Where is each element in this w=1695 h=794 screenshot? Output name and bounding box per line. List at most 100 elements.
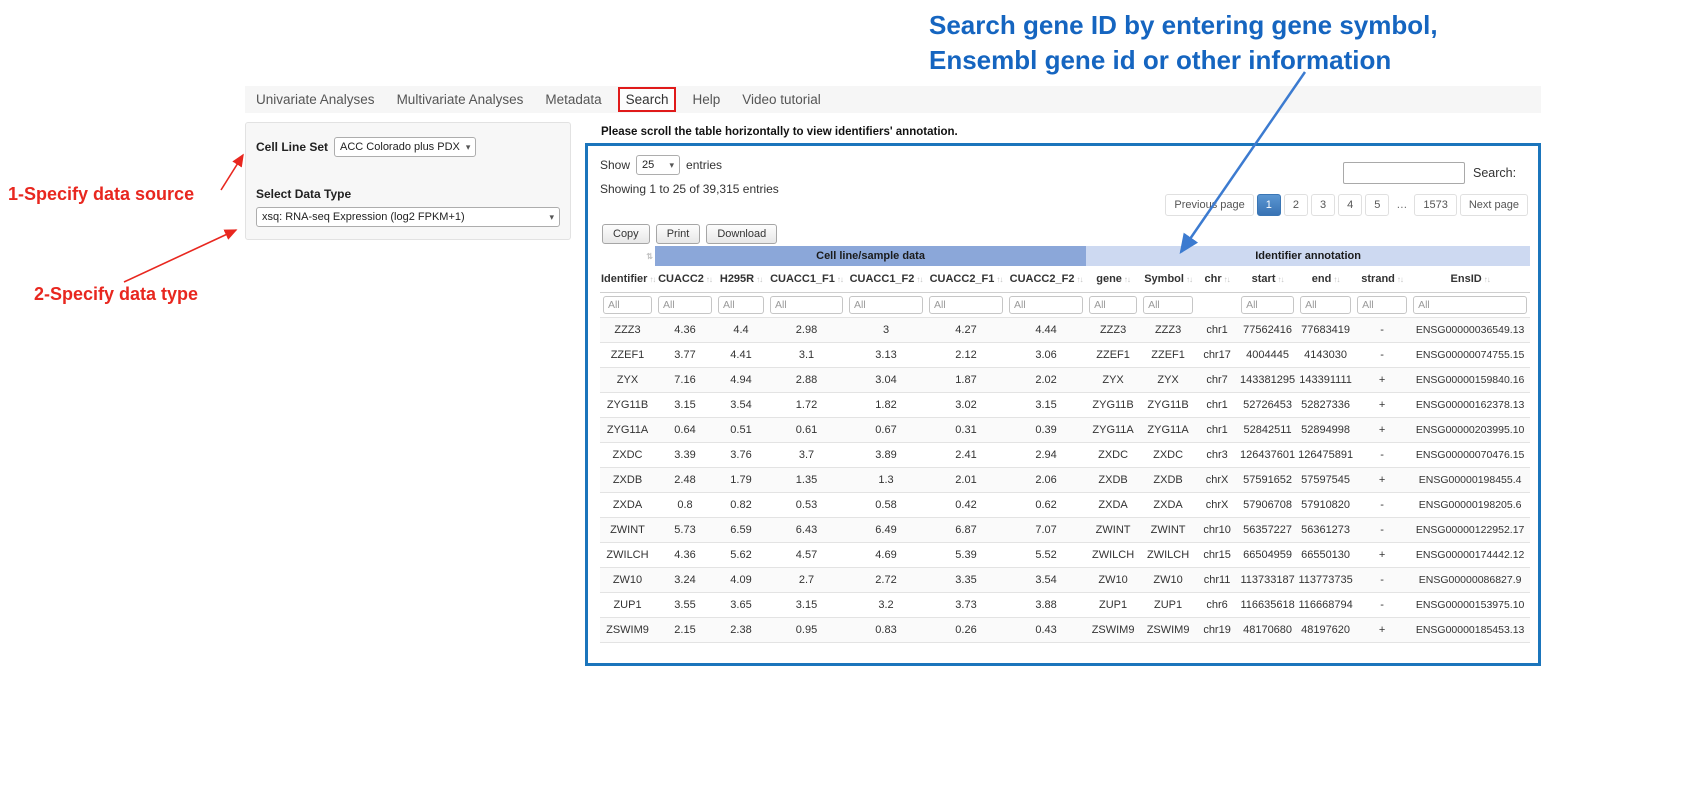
nav-help[interactable]: Help bbox=[681, 86, 731, 113]
column-header-end[interactable]: end↑↓ bbox=[1297, 266, 1354, 293]
data-type-select[interactable]: xsq: RNA-seq Expression (log2 FPKM+1) ▾ bbox=[256, 207, 560, 227]
cell: 77683419 bbox=[1297, 318, 1354, 343]
cell: 143391111 bbox=[1297, 368, 1354, 393]
table-row: ZZZ34.364.42.9834.274.44ZZZ3ZZZ3chr17756… bbox=[600, 318, 1530, 343]
column-header-chr[interactable]: chr↑↓ bbox=[1196, 266, 1238, 293]
cell: ZXDC bbox=[1086, 443, 1140, 468]
pagination-page-5[interactable]: 5 bbox=[1365, 194, 1389, 216]
pagination-page-4[interactable]: 4 bbox=[1338, 194, 1362, 216]
filter-input-CUACC1_F1[interactable] bbox=[770, 296, 843, 314]
column-header-Symbol[interactable]: Symbol↑↓ bbox=[1140, 266, 1196, 293]
cell: 3.06 bbox=[1006, 343, 1086, 368]
cell: chr7 bbox=[1196, 368, 1238, 393]
cell-line-set-select[interactable]: ACC Colorado plus PDX ▾ bbox=[334, 137, 476, 157]
filter-input-start[interactable] bbox=[1241, 296, 1294, 314]
cell: 4.44 bbox=[1006, 318, 1086, 343]
cell: 2.01 bbox=[926, 468, 1006, 493]
column-header-H295R[interactable]: H295R↑↓ bbox=[715, 266, 767, 293]
cell: 0.64 bbox=[655, 418, 715, 443]
column-header-EnsID[interactable]: EnsID↑↓ bbox=[1410, 266, 1530, 293]
filter-input-CUACC1_F2[interactable] bbox=[849, 296, 923, 314]
cell: 52827336 bbox=[1297, 393, 1354, 418]
nav-search[interactable]: Search bbox=[618, 87, 677, 112]
pagination-page-3[interactable]: 3 bbox=[1311, 194, 1335, 216]
pagination-page-1[interactable]: 1 bbox=[1257, 194, 1281, 216]
sort-icon: ↑↓ bbox=[1333, 275, 1339, 284]
cell: chrX bbox=[1196, 468, 1238, 493]
sort-icon: ↑↓ bbox=[916, 275, 922, 284]
cell: 2.88 bbox=[767, 368, 846, 393]
filter-input-Identifier[interactable] bbox=[603, 296, 652, 314]
nav-video-tutorial[interactable]: Video tutorial bbox=[731, 86, 832, 113]
nav-univariate-analyses[interactable]: Univariate Analyses bbox=[245, 86, 386, 113]
column-header-CUACC2[interactable]: CUACC2↑↓ bbox=[655, 266, 715, 293]
column-header-CUACC2_F2[interactable]: CUACC2_F2↑↓ bbox=[1006, 266, 1086, 293]
column-header-CUACC2_F1[interactable]: CUACC2_F1↑↓ bbox=[926, 266, 1006, 293]
table-row: ZXDB2.481.791.351.32.012.06ZXDBZXDBchrX5… bbox=[600, 468, 1530, 493]
cell: ZSWIM9 bbox=[1140, 618, 1196, 643]
print-button[interactable]: Print bbox=[656, 224, 701, 244]
column-header-Identifier[interactable]: Identifier↑↓ bbox=[600, 266, 655, 293]
column-header-gene[interactable]: gene↑↓ bbox=[1086, 266, 1140, 293]
search-instruction-annotation: Search gene ID by entering gene symbol, … bbox=[929, 8, 1438, 78]
filter-input-end[interactable] bbox=[1300, 296, 1351, 314]
sort-icon: ↑↓ bbox=[756, 275, 762, 284]
download-button[interactable]: Download bbox=[706, 224, 777, 244]
cell: ZXDA bbox=[1086, 493, 1140, 518]
filter-input-Symbol[interactable] bbox=[1143, 296, 1193, 314]
cell: ZZEF1 bbox=[600, 343, 655, 368]
column-header-strand[interactable]: strand↑↓ bbox=[1354, 266, 1410, 293]
nav-metadata[interactable]: Metadata bbox=[534, 86, 612, 113]
copy-button[interactable]: Copy bbox=[602, 224, 650, 244]
cell: 2.98 bbox=[767, 318, 846, 343]
cell: 113733187 bbox=[1238, 568, 1297, 593]
filter-input-CUACC2_F1[interactable] bbox=[929, 296, 1003, 314]
column-header-CUACC1_F2[interactable]: CUACC1_F2↑↓ bbox=[846, 266, 926, 293]
column-header-CUACC1_F1[interactable]: CUACC1_F1↑↓ bbox=[767, 266, 846, 293]
pagination-previous[interactable]: Previous page bbox=[1165, 194, 1253, 216]
column-header-start[interactable]: start↑↓ bbox=[1238, 266, 1297, 293]
filter-input-strand[interactable] bbox=[1357, 296, 1407, 314]
filter-input-H295R[interactable] bbox=[718, 296, 764, 314]
cell: 3 bbox=[846, 318, 926, 343]
filter-input-CUACC2_F2[interactable] bbox=[1009, 296, 1083, 314]
main-nav: Univariate Analyses Multivariate Analyse… bbox=[245, 86, 1541, 113]
data-type-label: Select Data Type bbox=[256, 187, 560, 201]
table-row: ZXDC3.393.763.73.892.412.94ZXDCZXDCchr31… bbox=[600, 443, 1530, 468]
cell: 3.7 bbox=[767, 443, 846, 468]
nav-multivariate-analyses[interactable]: Multivariate Analyses bbox=[386, 86, 535, 113]
cell: 0.26 bbox=[926, 618, 1006, 643]
cell: ZUP1 bbox=[600, 593, 655, 618]
cell: 0.43 bbox=[1006, 618, 1086, 643]
cell: 52894998 bbox=[1297, 418, 1354, 443]
pagination-next[interactable]: Next page bbox=[1460, 194, 1528, 216]
cell: 4.36 bbox=[655, 318, 715, 343]
cell: 3.15 bbox=[767, 593, 846, 618]
cell: 56357227 bbox=[1238, 518, 1297, 543]
cell: 0.53 bbox=[767, 493, 846, 518]
cell: ENSG00000036549.13 bbox=[1410, 318, 1530, 343]
cell: ENSG00000185453.13 bbox=[1410, 618, 1530, 643]
cell: 7.16 bbox=[655, 368, 715, 393]
cell: ENSG00000162378.13 bbox=[1410, 393, 1530, 418]
pagination-page-1573[interactable]: 1573 bbox=[1414, 194, 1456, 216]
cell: ZYX bbox=[1086, 368, 1140, 393]
cell: ZXDB bbox=[1140, 468, 1196, 493]
group-header-blank[interactable]: ⇅ bbox=[600, 246, 655, 266]
cell: 4004445 bbox=[1238, 343, 1297, 368]
cell: 57591652 bbox=[1238, 468, 1297, 493]
cell: 4.27 bbox=[926, 318, 1006, 343]
entries-label: entries bbox=[686, 158, 722, 172]
cell: + bbox=[1354, 618, 1410, 643]
filter-input-gene[interactable] bbox=[1089, 296, 1137, 314]
search-input[interactable] bbox=[1343, 162, 1465, 184]
page-length-select[interactable]: 25 ▾ bbox=[636, 155, 680, 175]
pagination-page-2[interactable]: 2 bbox=[1284, 194, 1308, 216]
cell: 5.52 bbox=[1006, 543, 1086, 568]
pagination: Previous page12345…1573Next page bbox=[1162, 194, 1528, 216]
filter-input-CUACC2[interactable] bbox=[658, 296, 712, 314]
cell: ZWINT bbox=[600, 518, 655, 543]
filter-input-EnsID[interactable] bbox=[1413, 296, 1527, 314]
cell: ENSG00000198205.6 bbox=[1410, 493, 1530, 518]
cell: 57910820 bbox=[1297, 493, 1354, 518]
